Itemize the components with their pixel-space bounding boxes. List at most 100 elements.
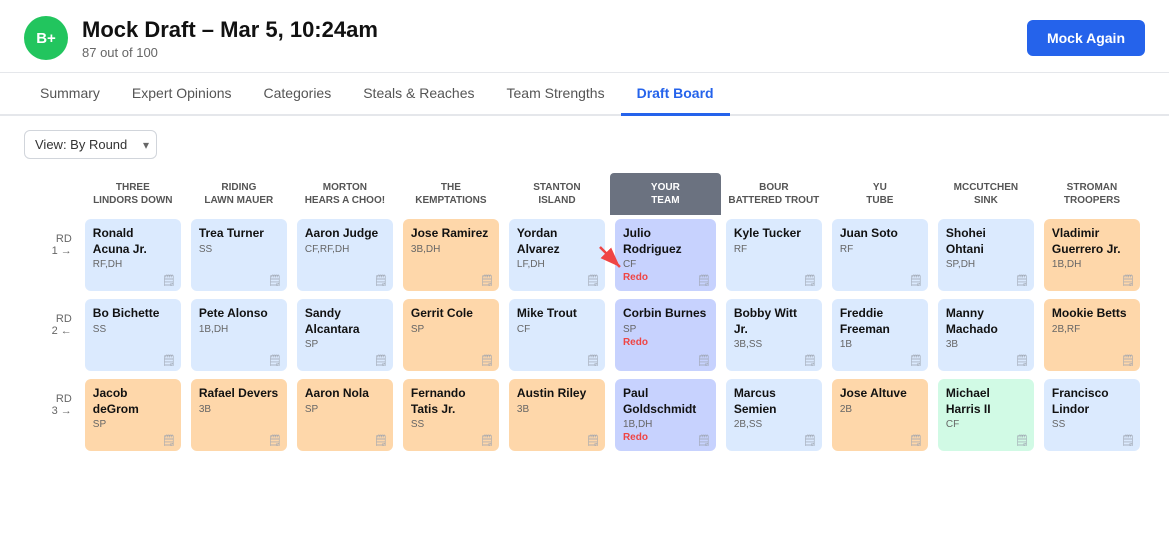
player-card-paul-goldschmidt: Paul Goldschmidt1B,DHRedo🗒 <box>615 379 716 451</box>
round-label-1: RD1 → <box>24 215 80 295</box>
note-icon[interactable]: 🗒 <box>697 274 711 287</box>
player-position: 2B,RF <box>1052 324 1132 335</box>
note-icon[interactable]: 🗒 <box>803 354 817 367</box>
note-icon[interactable]: 🗒 <box>374 274 388 287</box>
player-card-bo-bichette: Bo BichetteSS🗒 <box>85 299 181 371</box>
note-icon[interactable]: 🗒 <box>374 354 388 367</box>
nav-item-summary[interactable]: Summary <box>24 73 116 116</box>
col-header-mccutchen-sink: MCCUTCHENSINK <box>933 173 1039 215</box>
cell-r1-c4: Jose Ramirez3B,DH🗒 <box>398 215 504 295</box>
cell-r3-c2: Rafael Devers3B🗒 <box>186 375 292 455</box>
nav-item-categories[interactable]: Categories <box>248 73 348 116</box>
cell-r2-c7: Bobby Witt Jr.3B,SS🗒 <box>721 295 827 375</box>
mock-again-button[interactable]: Mock Again <box>1027 20 1145 56</box>
cell-r1-c9: Shohei OhtaniSP,DH🗒 <box>933 215 1039 295</box>
note-icon[interactable]: 🗒 <box>803 274 817 287</box>
note-icon[interactable]: 🗒 <box>374 434 388 447</box>
note-icon[interactable]: 🗒 <box>162 354 176 367</box>
note-icon[interactable]: 🗒 <box>909 434 923 447</box>
cell-r3-c8: Jose Altuve2B🗒 <box>827 375 933 455</box>
note-icon[interactable]: 🗒 <box>162 274 176 287</box>
player-card-michael-harris-ii: Michael Harris II CF 🗒 <box>938 379 1034 451</box>
note-icon[interactable]: 🗒 <box>697 354 711 367</box>
col-header-your-team: YOURTEAM <box>610 173 721 215</box>
note-icon[interactable]: 🗒 <box>268 434 282 447</box>
player-card-jacob-degrom: Jacob deGrom SP 🗒 <box>85 379 181 451</box>
note-icon[interactable]: 🗒 <box>1121 354 1135 367</box>
player-card-trea-turner: Trea TurnerSS🗒 <box>191 219 287 291</box>
player-position: 3B,SS <box>734 339 814 350</box>
col-header-the-kemptations: THEKEMPTATIONS <box>398 173 504 215</box>
cell-r1-c8: Juan SotoRF🗒 <box>827 215 933 295</box>
note-icon[interactable]: 🗒 <box>803 434 817 447</box>
note-icon[interactable]: 🗒 <box>1121 274 1135 287</box>
note-icon[interactable]: 🗒 <box>1121 434 1135 447</box>
player-position: 3B,DH <box>411 244 491 255</box>
note-icon[interactable]: 🗒 <box>268 354 282 367</box>
cell-r1-c1: Ronald Acuna Jr.RF,DH🗒 <box>80 215 186 295</box>
cell-r3-c1: Jacob deGrom SP 🗒 <box>80 375 186 455</box>
player-position: CF <box>623 259 708 270</box>
player-position: CF,RF,DH <box>305 244 385 255</box>
redo-badge[interactable]: Redo <box>623 337 708 348</box>
player-position: SS <box>199 244 279 255</box>
round-label-3: RD3 → <box>24 375 80 455</box>
note-icon[interactable]: 🗒 <box>586 354 600 367</box>
player-name: Fernando Tatis Jr. <box>411 386 491 417</box>
player-position: SS <box>93 324 173 335</box>
toolbar: View: By Round <box>0 116 1169 173</box>
cell-r1-c6: Julio Rodriguez CF Redo🗒 <box>610 215 721 295</box>
redo-badge[interactable]: Redo <box>623 272 708 283</box>
nav-item-draft-board[interactable]: Draft Board <box>621 73 730 116</box>
round-label-2: RD2 ← <box>24 295 80 375</box>
player-position: SP <box>411 324 491 335</box>
col-header-three-lindors-down: THREELINDORS DOWN <box>80 173 186 215</box>
note-icon[interactable]: 🗒 <box>268 274 282 287</box>
note-icon[interactable]: 🗒 <box>480 354 494 367</box>
player-name: Mike Trout <box>517 306 597 322</box>
cell-r2-c6: Corbin BurnesSPRedo🗒 <box>610 295 721 375</box>
note-icon[interactable]: 🗒 <box>162 434 176 447</box>
subtitle: 87 out of 100 <box>82 45 378 60</box>
player-name: Corbin Burnes <box>623 306 708 322</box>
note-icon[interactable]: 🗒 <box>909 274 923 287</box>
player-card-jose-ramirez: Jose Ramirez3B,DH🗒 <box>403 219 499 291</box>
note-icon[interactable]: 🗒 <box>909 354 923 367</box>
player-card-kyle-tucker: Kyle TuckerRF🗒 <box>726 219 822 291</box>
cell-r1-c10: Vladimir Guerrero Jr.1B,DH🗒 <box>1039 215 1145 295</box>
note-icon[interactable]: 🗒 <box>1015 434 1029 447</box>
player-card-yordan-alvarez: Yordan AlvarezLF,DH🗒 <box>509 219 605 291</box>
player-position: CF <box>946 419 1026 430</box>
draft-board: THREELINDORS DOWNRIDINGLAWN MAUERMORTONH… <box>0 173 1169 479</box>
player-name: Austin Riley <box>517 386 597 402</box>
nav-item-expert-opinions[interactable]: Expert Opinions <box>116 73 248 116</box>
cell-r1-c2: Trea TurnerSS🗒 <box>186 215 292 295</box>
note-icon[interactable]: 🗒 <box>480 434 494 447</box>
player-card-freddie-freeman: Freddie Freeman1B🗒 <box>832 299 928 371</box>
note-icon[interactable]: 🗒 <box>1015 354 1029 367</box>
player-name: Freddie Freeman <box>840 306 920 337</box>
player-card-jose-altuve: Jose Altuve2B🗒 <box>832 379 928 451</box>
note-icon[interactable]: 🗒 <box>480 274 494 287</box>
note-icon[interactable]: 🗒 <box>586 434 600 447</box>
grade-badge: B+ <box>24 16 68 60</box>
player-position: SP,DH <box>946 259 1026 270</box>
player-card-mike-trout: Mike TroutCF🗒 <box>509 299 605 371</box>
player-name: Michael Harris II <box>946 386 1026 417</box>
player-name: Pete Alonso <box>199 306 279 322</box>
nav-item-steals--reaches[interactable]: Steals & Reaches <box>347 73 490 116</box>
cell-r2-c3: Sandy AlcantaraSP🗒 <box>292 295 398 375</box>
note-icon[interactable]: 🗒 <box>586 274 600 287</box>
nav-item-team-strengths[interactable]: Team Strengths <box>491 73 621 116</box>
redo-badge[interactable]: Redo <box>623 432 708 443</box>
note-icon[interactable]: 🗒 <box>697 434 711 447</box>
player-position: RF,DH <box>93 259 173 270</box>
cell-r2-c1: Bo BichetteSS🗒 <box>80 295 186 375</box>
player-name: Jacob deGrom <box>93 386 173 417</box>
note-icon[interactable]: 🗒 <box>1015 274 1029 287</box>
cell-r2-c8: Freddie Freeman1B🗒 <box>827 295 933 375</box>
view-select[interactable]: View: By Round <box>24 130 157 159</box>
player-name: Aaron Nola <box>305 386 385 402</box>
player-position: SP <box>93 419 173 430</box>
player-name: Julio Rodriguez <box>623 226 708 257</box>
